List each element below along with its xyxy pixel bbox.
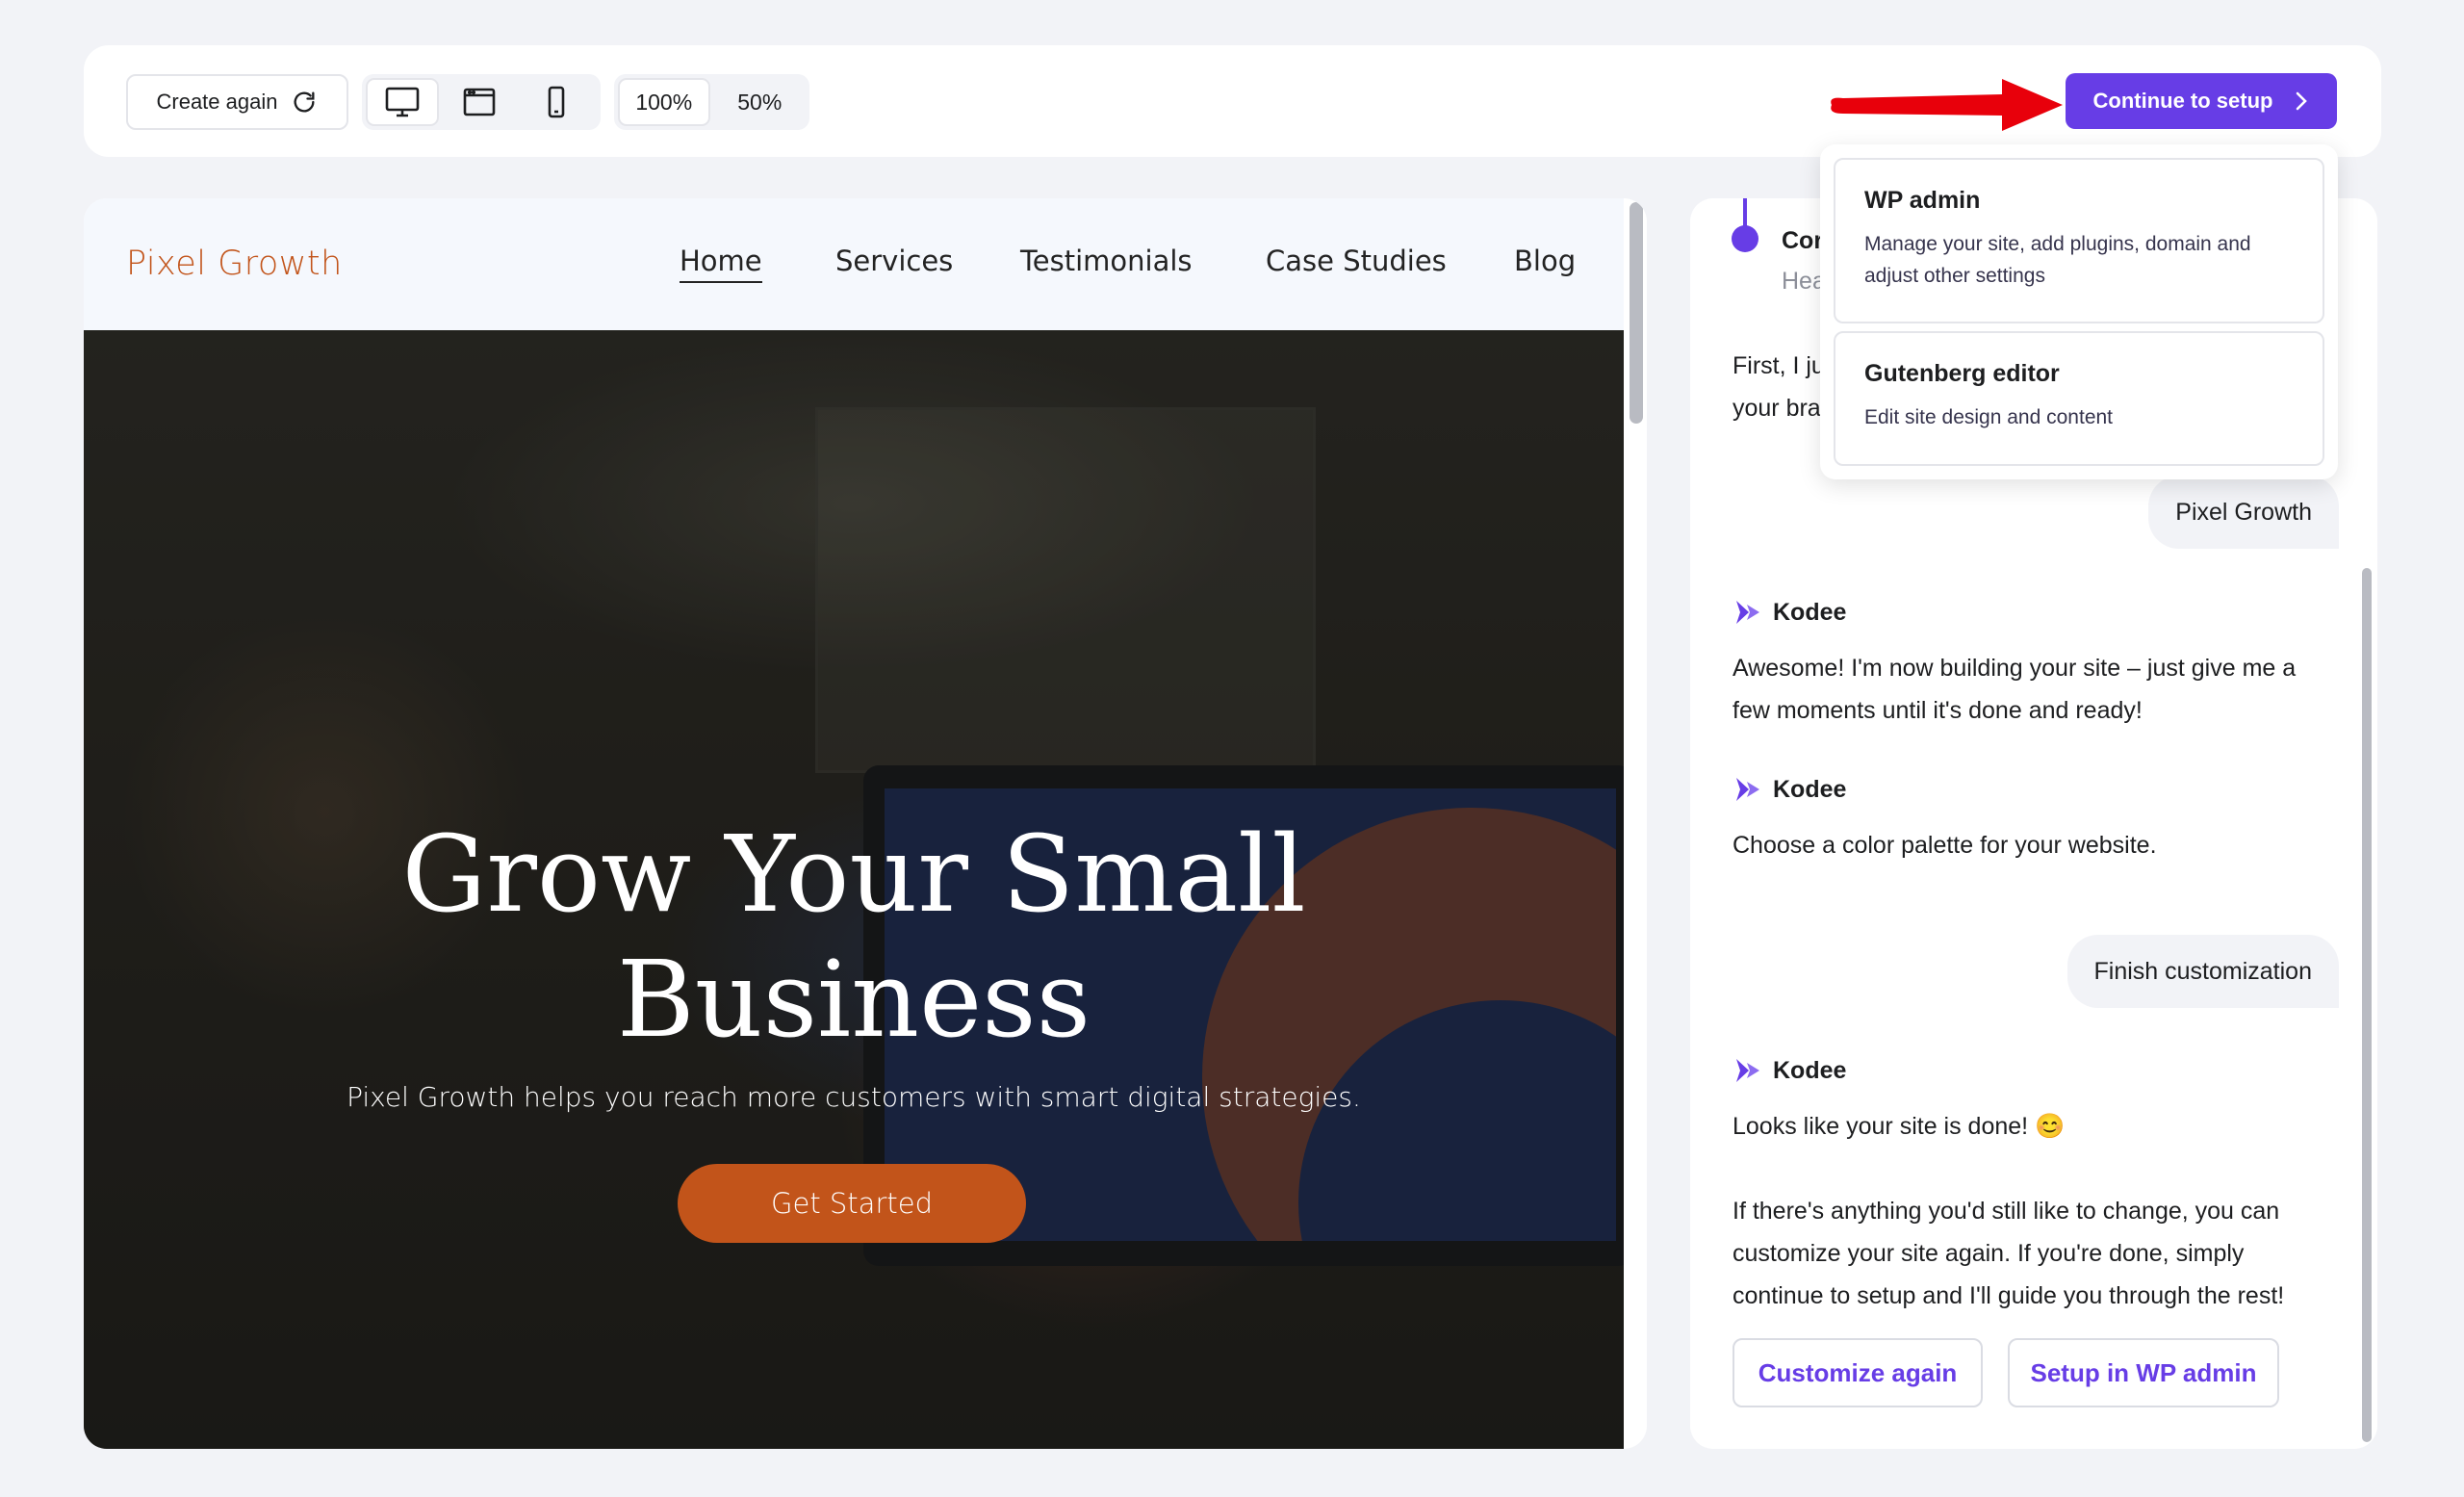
user-message-bubble: Pixel Growth xyxy=(2148,476,2339,549)
gutenberg-title: Gutenberg editor xyxy=(1864,360,2060,387)
continue-to-setup-button[interactable]: Continue to setup xyxy=(2066,73,2337,129)
assistant-intro: First, I ju your bra xyxy=(1732,345,1825,429)
hero-title-line-1: Grow Your Small xyxy=(401,813,1306,936)
preview-scrollbar[interactable] xyxy=(1630,202,1643,424)
refresh-icon xyxy=(294,91,315,113)
site-header: Pixel Growth Home Services Testimonials … xyxy=(84,198,1624,330)
nav-services[interactable]: Services xyxy=(835,245,953,277)
step-title: Cor xyxy=(1782,227,1824,254)
assistant-header: Kodee xyxy=(1732,774,1846,805)
assistant-header: Kodee xyxy=(1732,1055,1846,1086)
wp-admin-option[interactable]: WP admin Manage your site, add plugins, … xyxy=(1834,158,2324,323)
tablet-icon xyxy=(463,88,496,116)
wp-admin-title: WP admin xyxy=(1864,187,1981,214)
assistant-intro-line-2: your bra xyxy=(1732,395,1821,422)
nav-home[interactable]: Home xyxy=(680,245,762,283)
user-message-bubble: Finish customization xyxy=(2066,935,2339,1008)
mobile-view-button[interactable] xyxy=(520,78,593,126)
customize-again-button[interactable]: Customize again xyxy=(1732,1338,1983,1407)
progress-dot xyxy=(1732,225,1758,252)
zoom-100-button[interactable]: 100% xyxy=(618,78,710,126)
nav-testimonials[interactable]: Testimonials xyxy=(1020,245,1193,277)
device-switcher xyxy=(362,74,601,130)
assistant-message-done: Looks like your site is done! 😊 xyxy=(1732,1113,2066,1140)
kodee-icon xyxy=(1736,778,1759,801)
step-subtitle: Hea xyxy=(1782,268,1826,295)
progress-line xyxy=(1743,198,1747,227)
site-logo[interactable]: Pixel Growth xyxy=(126,245,343,283)
assistant-intro-line-1: First, I ju xyxy=(1732,352,1825,379)
gutenberg-description: Edit site design and content xyxy=(1864,406,2114,428)
get-started-button[interactable]: Get Started xyxy=(678,1164,1026,1243)
mobile-icon xyxy=(548,86,565,118)
final-line-2: customize your site again. If you're don… xyxy=(1732,1240,2245,1267)
desktop-view-button[interactable] xyxy=(366,78,439,126)
create-again-button[interactable]: Create again xyxy=(126,74,348,130)
nav-case-studies[interactable]: Case Studies xyxy=(1266,245,1447,277)
assistant-message-building: Awesome! I'm now building your site – ju… xyxy=(1732,647,2296,732)
kodee-icon xyxy=(1736,1059,1759,1082)
final-line-1: If there's anything you'd still like to … xyxy=(1732,1198,2280,1225)
building-line-1: Awesome! I'm now building your site – ju… xyxy=(1732,655,2297,682)
assistant-header: Kodee xyxy=(1732,597,1846,628)
nav-blog[interactable]: Blog xyxy=(1514,245,1576,277)
tablet-view-button[interactable] xyxy=(443,78,516,126)
building-line-2: few moments until it's done and ready! xyxy=(1732,697,2143,724)
assistant-message-final: If there's anything you'd still like to … xyxy=(1732,1190,2284,1317)
hero-title-line-2: Business xyxy=(616,938,1091,1061)
kodee-icon xyxy=(1736,601,1759,624)
website-preview: Pixel Growth Home Services Testimonials … xyxy=(84,198,1647,1449)
red-arrow-annotation xyxy=(1831,79,2063,131)
wp-admin-description: Manage your site, add plugins, domain an… xyxy=(1864,233,2251,287)
desktop-icon xyxy=(385,87,420,117)
hero-section: Grow Your Small Business Pixel Growth he… xyxy=(84,330,1624,1449)
assistant-name: Kodee xyxy=(1773,1056,1847,1084)
assistant-name: Kodee xyxy=(1773,775,1847,803)
gutenberg-editor-option[interactable]: Gutenberg editor Edit site design and co… xyxy=(1834,331,2324,466)
setup-dropdown-menu: WP admin Manage your site, add plugins, … xyxy=(1820,144,2338,479)
final-line-3: continue to setup and I'll guide you thr… xyxy=(1732,1282,2285,1309)
hero-title: Grow Your Small Business xyxy=(84,812,1624,1062)
continue-label: Continue to setup xyxy=(2092,89,2273,113)
zoom-50-button[interactable]: 50% xyxy=(714,78,806,126)
setup-in-wp-admin-button[interactable]: Setup in WP admin xyxy=(2008,1338,2279,1407)
chevron-right-icon xyxy=(2297,91,2308,111)
assistant-name: Kodee xyxy=(1773,598,1847,626)
chat-scrollbar[interactable] xyxy=(2362,568,2372,1442)
hero-subtitle: Pixel Growth helps you reach more custom… xyxy=(346,1081,1361,1113)
assistant-message-palette: Choose a color palette for your website. xyxy=(1732,832,2157,859)
zoom-switcher: 100% 50% xyxy=(614,74,809,130)
create-again-label: Create again xyxy=(156,90,278,114)
